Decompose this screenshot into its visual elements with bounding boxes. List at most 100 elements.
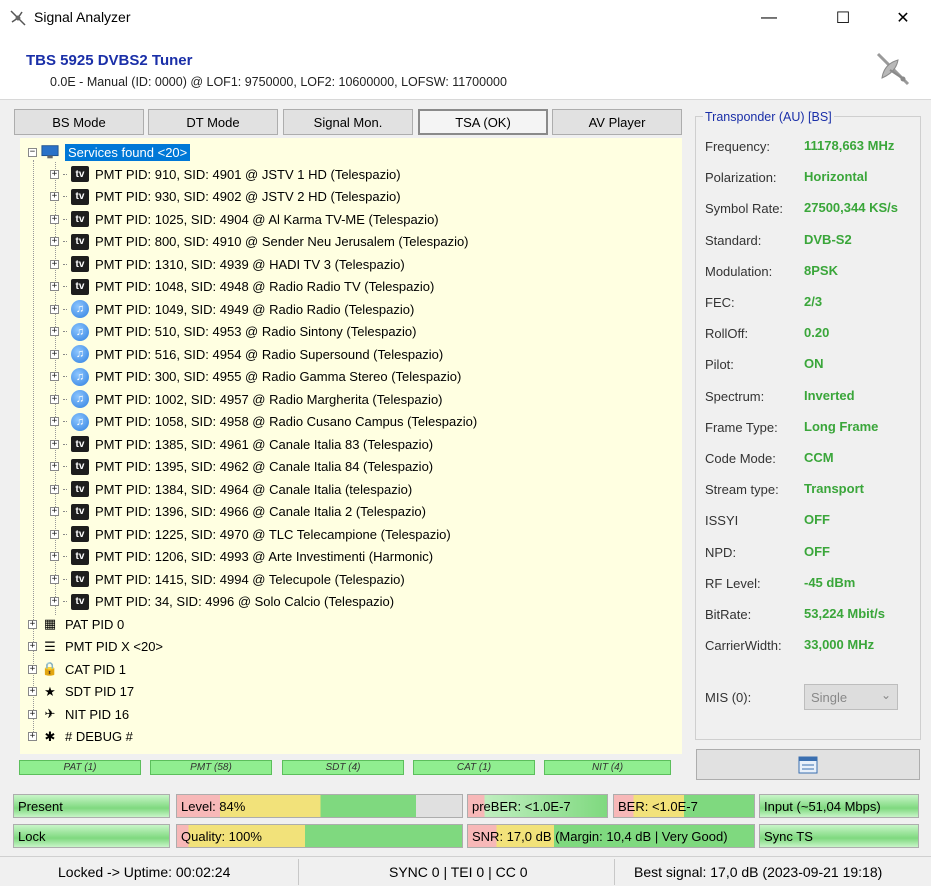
services-tree[interactable]: − Services found <20> + tv PMT PID: 910, S… <box>20 138 682 754</box>
service-row[interactable]: + tv PMT PID: 800, SID: 4910 @ Sender Neu … <box>50 231 469 253</box>
service-row[interactable]: + tv PMT PID: 930, SID: 4902 @ JSTV 2 HD (… <box>50 186 401 208</box>
tab-av-player[interactable]: AV Player <box>552 109 682 135</box>
expand-toggle[interactable]: + <box>50 327 59 336</box>
service-label: PMT PID: 1206, SID: 4993 @ Arte Investim… <box>95 549 434 564</box>
expand-toggle[interactable]: + <box>50 462 59 471</box>
service-row[interactable]: + ♫ PMT PID: 1049, SID: 4949 @ Radio Radio… <box>50 298 414 320</box>
quality-meter: Quality: 100% <box>176 824 463 848</box>
transponder-field-value: 0.20 <box>804 325 830 341</box>
chevron-down-icon: ⌄ <box>880 688 891 702</box>
expand-toggle[interactable]: + <box>50 237 59 246</box>
signal-analyzer-window: Signal Analyzer — ☐ ✕ TBS 5925 DVBS2 Tun… <box>0 0 931 886</box>
service-row[interactable]: + ♫ PMT PID: 516, SID: 4954 @ Radio Supers… <box>50 343 443 365</box>
maximize-button[interactable]: ☐ <box>820 0 866 36</box>
service-label: PMT PID: 1025, SID: 4904 @ Al Karma TV-M… <box>95 211 439 227</box>
expand-toggle[interactable]: + <box>50 574 59 584</box>
expand-toggle[interactable]: + <box>50 169 59 179</box>
service-row[interactable]: + tv PMT PID: 1025, SID: 4904 @ Al Karma T… <box>50 208 439 230</box>
service-row[interactable]: + tv PMT PID: 1415, SID: 4994 @ Telecupole… <box>50 568 405 590</box>
expand-toggle[interactable]: + <box>28 619 37 629</box>
transponder-field-value: 27500,344 KS/s <box>804 200 898 216</box>
service-row[interactable]: + tv PMT PID: 1206, SID: 4993 @ Arte Inves… <box>50 546 433 568</box>
tree-connector <box>63 196 67 197</box>
expand-toggle[interactable]: + <box>28 642 37 651</box>
expand-toggle[interactable]: + <box>50 507 59 516</box>
service-row[interactable]: + tv PMT PID: 1396, SID: 4966 @ Canale Ita… <box>50 501 426 523</box>
service-row[interactable]: + tv PMT PID: 34, SID: 4996 @ Solo Calcio … <box>50 591 394 613</box>
tab-dt-mode[interactable]: DT Mode <box>148 109 278 135</box>
list-icon: ☰ <box>44 638 56 654</box>
expand-toggle[interactable]: + <box>50 304 59 314</box>
service-row[interactable]: + tv PMT PID: 1384, SID: 4964 @ Canale Ita… <box>50 478 412 500</box>
expand-toggle[interactable]: + <box>28 709 37 719</box>
tab-tsa[interactable]: TSA (OK) <box>418 109 548 135</box>
present-label: Present <box>18 798 63 814</box>
tree-section-row[interactable]: + 🔒 CAT PID 1 <box>28 658 126 680</box>
transponder-field-value: -45 dBm <box>804 574 856 590</box>
sync-ts-indicator: Sync TS <box>759 824 919 848</box>
service-label: PMT PID: 930, SID: 4902 @ JSTV 2 HD (Tel… <box>95 189 401 204</box>
close-button[interactable]: ✕ <box>880 0 926 36</box>
service-label: PMT PID: 1396, SID: 4966 @ Canale Italia… <box>95 504 426 519</box>
expand-toggle[interactable]: + <box>28 732 37 741</box>
quality-label: Quality: 100% <box>181 828 262 844</box>
transponder-field-value: OFF <box>804 512 830 528</box>
expand-toggle[interactable]: + <box>50 282 59 291</box>
list-view-button[interactable] <box>696 749 920 780</box>
service-label: PMT PID: 1058, SID: 4958 @ Radio Cusano … <box>95 414 478 429</box>
snr-indicator: SNR: 17,0 dB (Margin: 10,4 dB | Very Goo… <box>467 824 755 848</box>
expand-toggle[interactable]: + <box>50 394 59 404</box>
tv-icon: tv <box>71 548 89 565</box>
monitor-icon <box>41 143 59 161</box>
tab-bs-mode[interactable]: BS Mode <box>14 109 144 135</box>
expand-toggle[interactable]: + <box>50 529 59 539</box>
tree-section-row[interactable]: + ✈ NIT PID 16 <box>28 703 129 725</box>
expand-toggle[interactable]: + <box>28 664 37 674</box>
service-row[interactable]: + ♫ PMT PID: 1058, SID: 4958 @ Radio Cusan… <box>50 411 477 433</box>
service-row[interactable]: + tv PMT PID: 1395, SID: 4962 @ Canale Ita… <box>50 456 433 478</box>
tree-section-row[interactable]: + ▦ PAT PID 0 <box>28 613 124 635</box>
tuner-info: 0.0E - Manual (ID: 0000) @ LOF1: 9750000… <box>50 75 507 89</box>
expand-toggle[interactable]: + <box>50 417 59 426</box>
collapse-toggle[interactable]: − <box>28 147 37 157</box>
tree-root-services[interactable]: − Services found <20> <box>28 141 191 163</box>
service-row[interactable]: + tv PMT PID: 1225, SID: 4970 @ TLC Teleca… <box>50 523 451 545</box>
tree-connector <box>63 601 67 602</box>
satellite-dish-icon <box>876 52 910 86</box>
tv-icon: tv <box>71 526 89 542</box>
expand-toggle[interactable]: + <box>28 687 37 696</box>
expand-toggle[interactable]: + <box>50 552 59 561</box>
transponder-field-label: BitRate: <box>705 607 752 622</box>
service-row[interactable]: + tv PMT PID: 910, SID: 4901 @ JSTV 1 HD (… <box>50 163 401 185</box>
expand-toggle[interactable]: + <box>50 349 59 359</box>
tree-section-row[interactable]: + ✱ # DEBUG # <box>28 726 133 748</box>
service-label: PMT PID: 1310, SID: 4939 @ HADI TV 3 (Te… <box>95 256 405 272</box>
expand-toggle[interactable]: + <box>50 597 59 606</box>
tree-section-row[interactable]: + ☰ PMT PID X <20> <box>28 636 163 658</box>
tree-connector <box>63 578 67 580</box>
transponder-field-value: 11178,663 MHz <box>804 138 895 153</box>
tv-icon: tv <box>71 166 89 182</box>
service-row[interactable]: + tv PMT PID: 1385, SID: 4961 @ Canale Ita… <box>50 433 433 455</box>
transponder-title: Transponder (AU) [BS] <box>703 110 834 124</box>
tree-connector <box>63 173 67 175</box>
tree-section-row[interactable]: + ★ SDT PID 17 <box>28 681 134 703</box>
section-label: # DEBUG # <box>65 729 133 744</box>
tab-signal-mon[interactable]: Signal Mon. <box>283 109 413 135</box>
transponder-field-value: 8PSK <box>804 262 838 278</box>
minimize-button[interactable]: — <box>746 0 792 36</box>
expand-toggle[interactable]: + <box>50 439 59 449</box>
service-row[interactable]: + tv PMT PID: 1310, SID: 4939 @ HADI TV 3 … <box>50 253 405 275</box>
expand-toggle[interactable]: + <box>50 484 59 494</box>
tree-connector <box>63 511 67 512</box>
service-row[interactable]: + tv PMT PID: 1048, SID: 4948 @ Radio Radi… <box>50 276 434 298</box>
service-row[interactable]: + ♫ PMT PID: 1002, SID: 4957 @ Radio Margh… <box>50 388 443 410</box>
expand-toggle[interactable]: + <box>50 372 59 381</box>
expand-toggle[interactable]: + <box>50 259 59 269</box>
radio-icon: ♫ <box>71 300 89 318</box>
service-row[interactable]: + ♫ PMT PID: 300, SID: 4955 @ Radio Gamma … <box>50 366 461 388</box>
expand-toggle[interactable]: + <box>50 192 59 201</box>
expand-toggle[interactable]: + <box>50 214 59 224</box>
mis-select[interactable]: Single ⌄ <box>804 684 898 710</box>
service-row[interactable]: + ♫ PMT PID: 510, SID: 4953 @ Radio Sinton… <box>50 321 417 343</box>
